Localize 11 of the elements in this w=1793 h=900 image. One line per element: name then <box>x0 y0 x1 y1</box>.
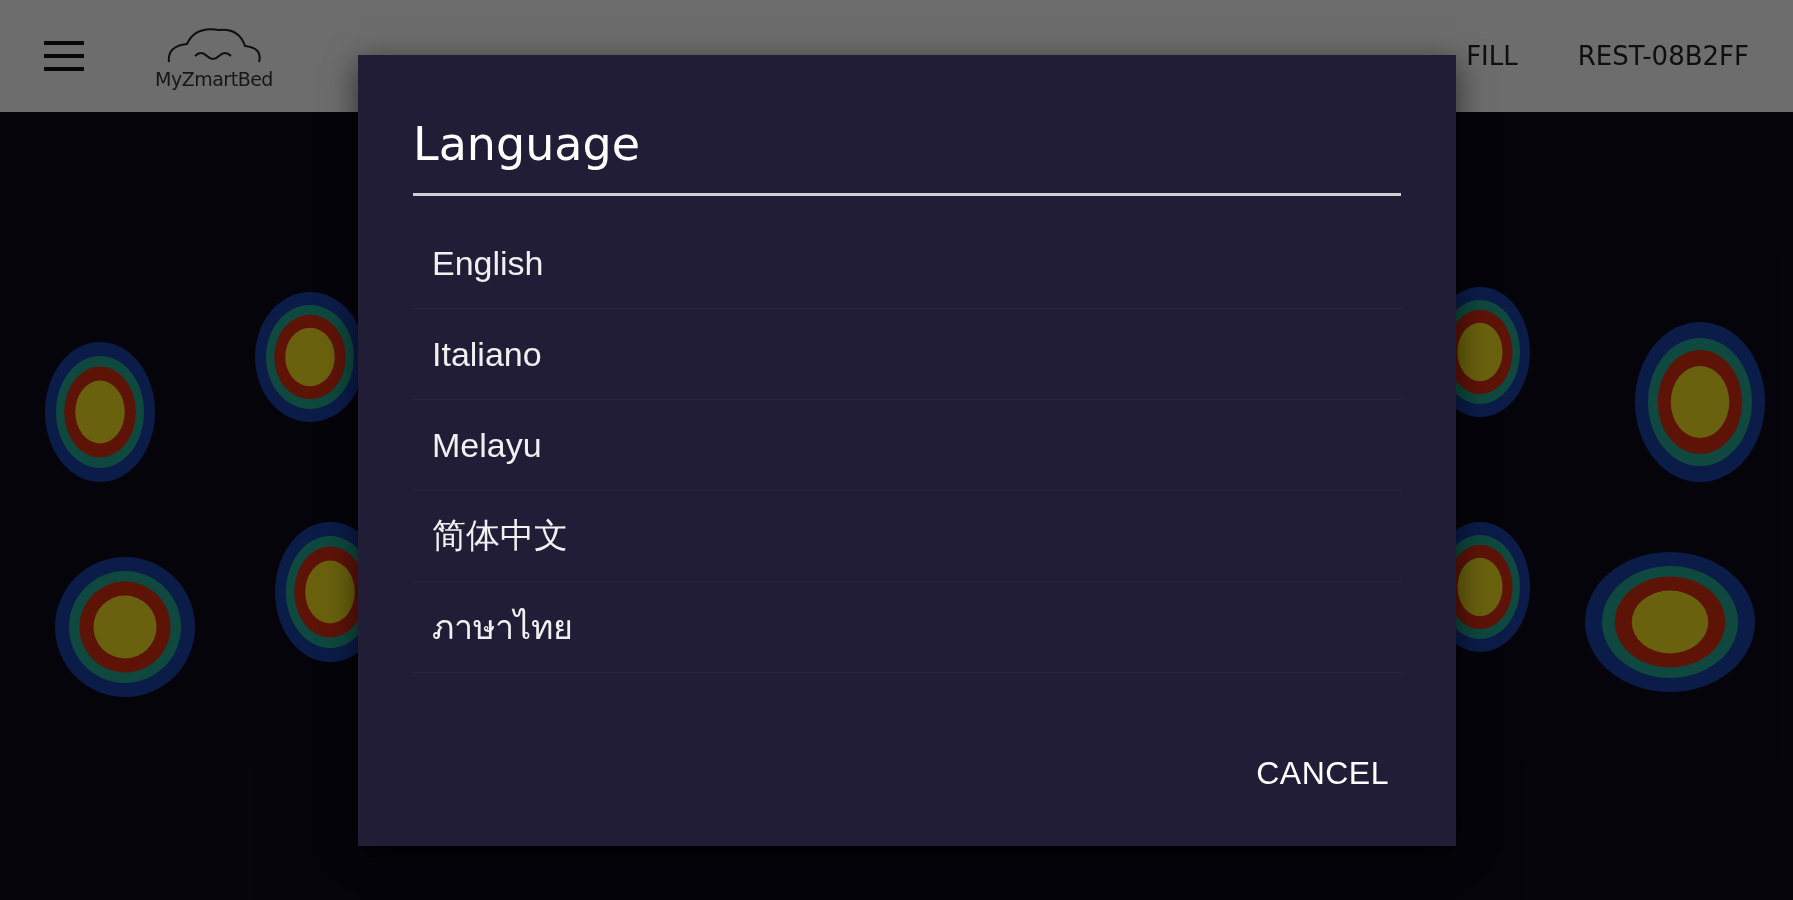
brand-name: MyZmartBed <box>155 68 273 90</box>
language-option[interactable]: 简体中文 <box>413 491 1401 582</box>
dialog-title: Language <box>413 117 1401 196</box>
device-id: REST-08B2FF <box>1577 41 1749 71</box>
language-option[interactable]: Italiano <box>413 309 1401 400</box>
language-option[interactable]: English <box>413 218 1401 309</box>
fill-label: FILL <box>1466 41 1518 71</box>
language-option[interactable]: ภาษาไทย <box>413 582 1401 673</box>
language-option[interactable]: Melayu <box>413 400 1401 491</box>
menu-icon[interactable] <box>44 41 84 71</box>
cancel-button[interactable]: CANCEL <box>1244 741 1401 806</box>
